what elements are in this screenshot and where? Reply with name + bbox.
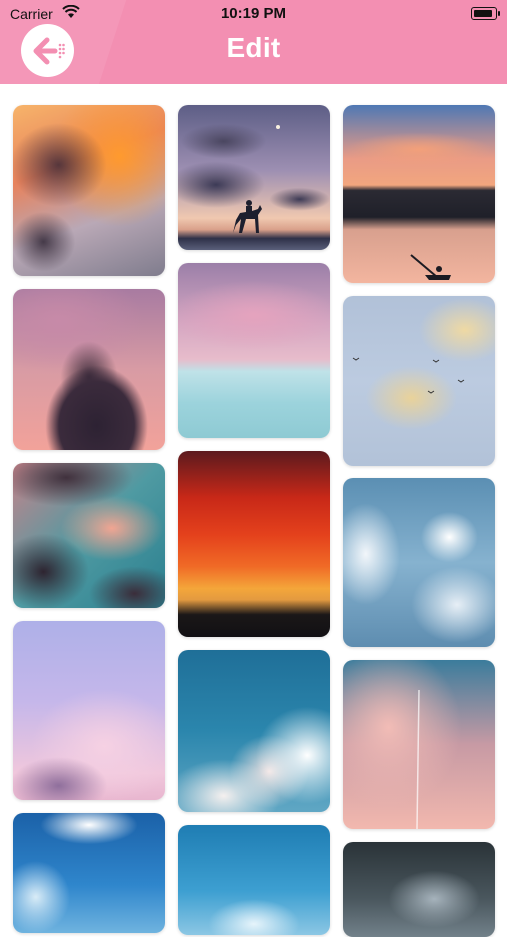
rider-silhouette bbox=[233, 125, 280, 233]
photo-blue-cloud-bottom[interactable] bbox=[178, 825, 330, 935]
photo-blue-sky-sun[interactable] bbox=[343, 478, 495, 647]
photo-red-fire-sky[interactable] bbox=[178, 451, 330, 637]
clock: 10:19 PM bbox=[220, 5, 287, 22]
header-bar: Carrier 10:19 PM Edit bbox=[0, 0, 507, 84]
photo-blue-cloud-puffs[interactable] bbox=[178, 650, 330, 812]
contrail bbox=[416, 689, 420, 829]
photo-horse-rider-sunset[interactable] bbox=[178, 105, 330, 250]
photo-blue-sunrays[interactable] bbox=[13, 813, 165, 933]
photo-purple-cumulus[interactable] bbox=[13, 289, 165, 450]
kayak-silhouette bbox=[410, 254, 451, 280]
photo-yellow-clouds-birds[interactable] bbox=[343, 296, 495, 466]
photo-orange-storm-cloud[interactable] bbox=[13, 105, 165, 276]
photo-lake-kayak-sunset[interactable] bbox=[343, 105, 495, 283]
page-title: Edit bbox=[226, 32, 281, 63]
photo-lavender-pink-sky[interactable] bbox=[13, 621, 165, 800]
battery-icon bbox=[471, 7, 500, 20]
birds bbox=[352, 357, 465, 394]
photo-pink-sea-horizon[interactable] bbox=[178, 263, 330, 438]
photo-teal-sunset-clouds[interactable] bbox=[13, 463, 165, 608]
photo-dark-storm-clouds[interactable] bbox=[343, 842, 495, 937]
photo-pink-cirrus-contrail[interactable] bbox=[343, 660, 495, 829]
status-bar: Carrier 10:19 PM bbox=[0, 0, 507, 28]
